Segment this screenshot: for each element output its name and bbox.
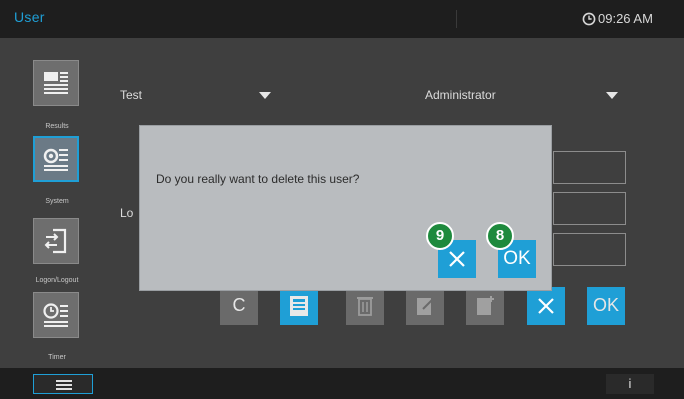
sidebar-item-logon-logout-label: Logon/Logout	[35, 277, 79, 284]
close-icon	[538, 298, 554, 314]
edit-button[interactable]	[406, 287, 444, 325]
role-select-chevron-down-icon[interactable]	[606, 92, 618, 99]
bottom-bar: i	[0, 368, 684, 399]
user-select[interactable]: Test	[120, 88, 142, 102]
menu-button[interactable]	[33, 374, 93, 394]
dialog-ok-label: OK	[503, 248, 531, 269]
form-field-label: Lo	[120, 206, 134, 220]
save-button[interactable]	[280, 287, 318, 325]
timer-icon	[43, 303, 68, 327]
ok-button-label: OK	[592, 295, 619, 315]
step-badge-cancel: 9	[426, 222, 454, 250]
confirm-delete-dialog: Do you really want to delete this user? …	[139, 125, 552, 291]
menu-icon-line	[56, 380, 72, 382]
save-icon	[290, 296, 308, 316]
clear-button-label: C	[232, 295, 246, 315]
sidebar-item-timer[interactable]	[33, 292, 79, 338]
logon-logout-icon	[44, 228, 67, 254]
close-icon	[449, 251, 465, 267]
delete-button[interactable]	[346, 287, 384, 325]
edit-icon	[417, 298, 433, 315]
sidebar: Results System Logon/Logout Timer	[0, 38, 100, 368]
menu-icon-line	[56, 384, 72, 386]
form-input-2[interactable]	[553, 192, 626, 225]
sidebar-item-timer-label: Timer	[48, 354, 66, 361]
sidebar-item-system[interactable]	[33, 136, 79, 182]
sidebar-item-results-label: Results	[45, 123, 69, 130]
role-select[interactable]: Administrator	[425, 88, 496, 102]
cancel-button[interactable]	[527, 287, 565, 325]
delete-icon	[357, 297, 373, 316]
header-divider	[456, 10, 457, 28]
clock-time: 09:26 AM	[598, 11, 653, 26]
dialog-message: Do you really want to delete this user?	[156, 172, 360, 186]
header-bar: User 09:26 AM	[0, 0, 684, 38]
clock-icon	[582, 12, 596, 26]
results-icon	[44, 72, 68, 94]
info-button[interactable]: i	[606, 374, 654, 394]
sidebar-item-system-label: System	[45, 198, 69, 205]
form-input-3[interactable]	[553, 233, 626, 266]
step-badge-ok: 8	[486, 222, 514, 250]
user-select-chevron-down-icon[interactable]	[259, 92, 271, 99]
info-icon: i	[628, 376, 632, 391]
clear-button[interactable]: C	[220, 287, 258, 325]
ok-button[interactable]: OK	[587, 287, 625, 325]
page-title: User	[14, 9, 45, 25]
sidebar-item-results[interactable]	[33, 60, 79, 106]
system-icon	[43, 148, 68, 171]
add-button[interactable]	[466, 287, 504, 325]
sidebar-item-logon-logout[interactable]	[33, 218, 79, 264]
menu-icon-line	[56, 388, 72, 390]
form-input-1[interactable]	[553, 151, 626, 184]
add-icon	[477, 296, 494, 315]
